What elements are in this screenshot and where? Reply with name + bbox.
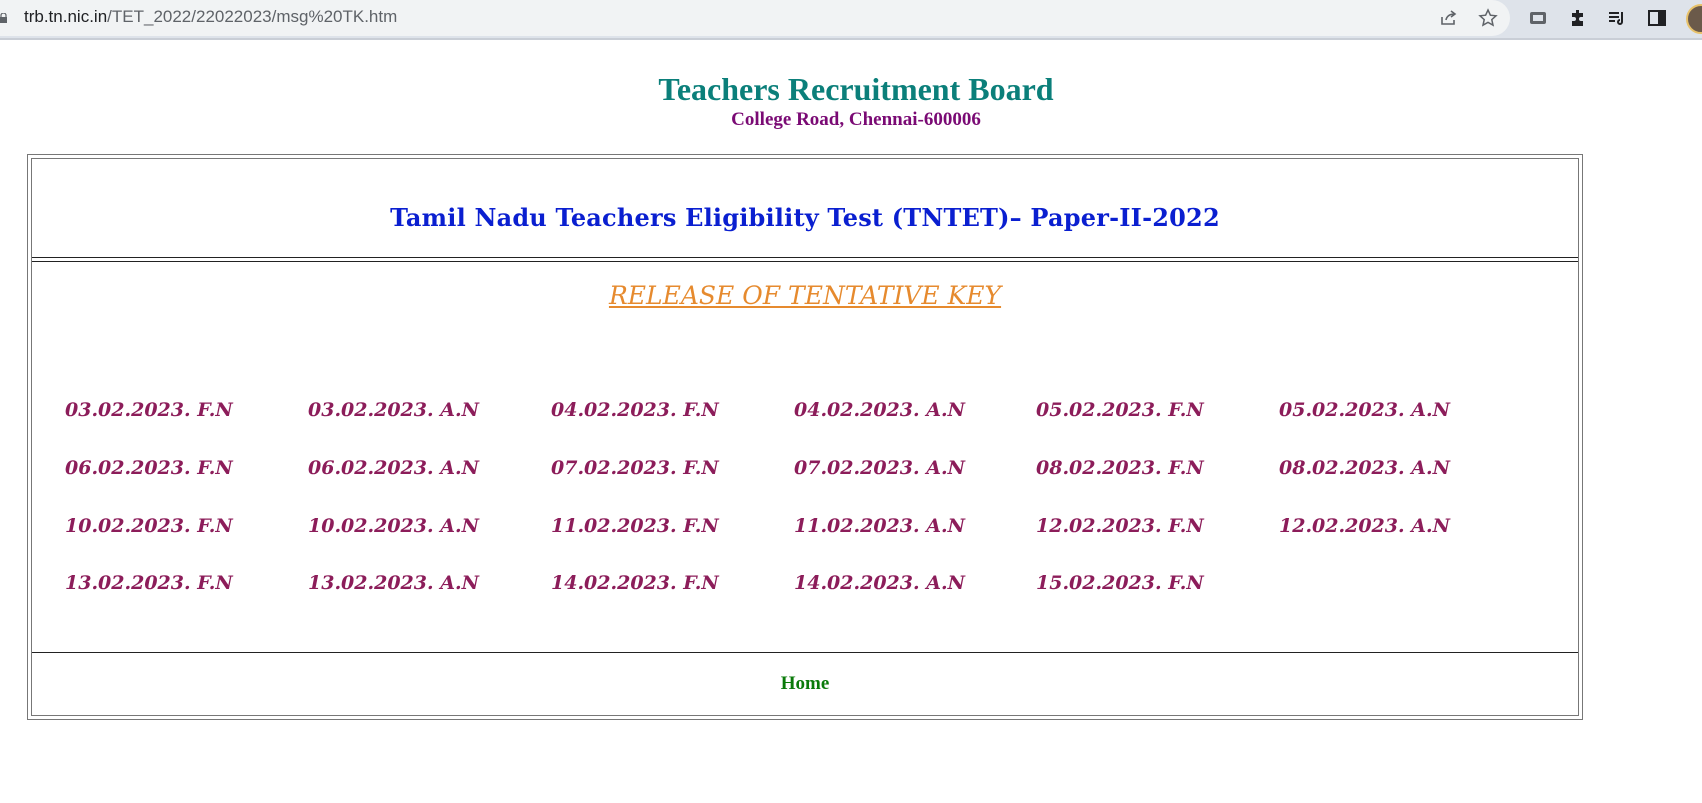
session-link[interactable]: 11.02.2023. F.N [551, 515, 719, 537]
side-panel-icon[interactable] [1647, 8, 1667, 28]
site-address: College Road, Chennai-600006 [731, 109, 981, 130]
session-link[interactable]: 06.02.2023. F.N [65, 457, 233, 479]
session-link[interactable]: 14.02.2023. A.N [794, 572, 965, 594]
session-link[interactable]: 04.02.2023. F.N [551, 399, 719, 421]
star-icon[interactable] [1478, 8, 1498, 28]
divider [32, 261, 1578, 262]
session-link[interactable]: 12.02.2023. A.N [1279, 515, 1450, 537]
session-link[interactable]: 13.02.2023. A.N [308, 572, 479, 594]
home-link[interactable]: Home [781, 673, 830, 694]
session-link[interactable]: 07.02.2023. F.N [551, 457, 719, 479]
tab-search-icon[interactable] [1528, 8, 1548, 28]
session-link[interactable]: 05.02.2023. A.N [1279, 399, 1450, 421]
share-icon[interactable] [1438, 8, 1458, 28]
url-path: /TET_2022/22022023/msg%20TK.htm [107, 7, 398, 26]
session-link[interactable]: 14.02.2023. F.N [551, 572, 719, 594]
extensions-icon[interactable] [1568, 8, 1588, 28]
session-link[interactable]: 03.02.2023. F.N [65, 399, 233, 421]
session-link[interactable]: 03.02.2023. A.N [308, 399, 479, 421]
home-link-row: Home [32, 673, 1578, 695]
session-link[interactable]: 12.02.2023. F.N [1036, 515, 1204, 537]
session-link[interactable]: 10.02.2023. A.N [308, 515, 479, 537]
url-text[interactable]: trb.tn.nic.in/TET_2022/22022023/msg%20TK… [24, 7, 397, 27]
divider [32, 257, 1578, 258]
url-host: trb.tn.nic.in [24, 7, 108, 26]
session-link[interactable]: 07.02.2023. A.N [794, 457, 965, 479]
session-link[interactable]: 13.02.2023. F.N [65, 572, 233, 594]
session-link[interactable]: 15.02.2023. F.N [1036, 572, 1204, 594]
session-link[interactable]: 05.02.2023. F.N [1036, 399, 1204, 421]
divider [32, 652, 1578, 653]
site-title: Teachers Recruitment Board [658, 71, 1054, 107]
session-link[interactable]: 04.02.2023. A.N [794, 399, 965, 421]
reading-list-icon[interactable] [1607, 8, 1627, 28]
exam-title: Tamil Nadu Teachers Eligibility Test (TN… [390, 203, 1220, 232]
session-link[interactable]: 10.02.2023. F.N [65, 515, 233, 537]
session-link[interactable]: 08.02.2023. F.N [1036, 457, 1204, 479]
lock-icon[interactable] [0, 13, 7, 23]
release-heading[interactable]: RELEASE OF TENTATIVE KEY [32, 281, 1578, 310]
session-link[interactable]: 08.02.2023. A.N [1279, 457, 1450, 479]
session-link[interactable]: 11.02.2023. A.N [794, 515, 965, 537]
browser-toolbar: trb.tn.nic.in/TET_2022/22022023/msg%20TK… [0, 0, 1702, 40]
session-link[interactable]: 06.02.2023. A.N [308, 457, 479, 479]
content-table-inner [31, 158, 1579, 716]
address-bar[interactable]: trb.tn.nic.in/TET_2022/22022023/msg%20TK… [0, 0, 1510, 36]
profile-avatar[interactable] [1686, 4, 1702, 34]
